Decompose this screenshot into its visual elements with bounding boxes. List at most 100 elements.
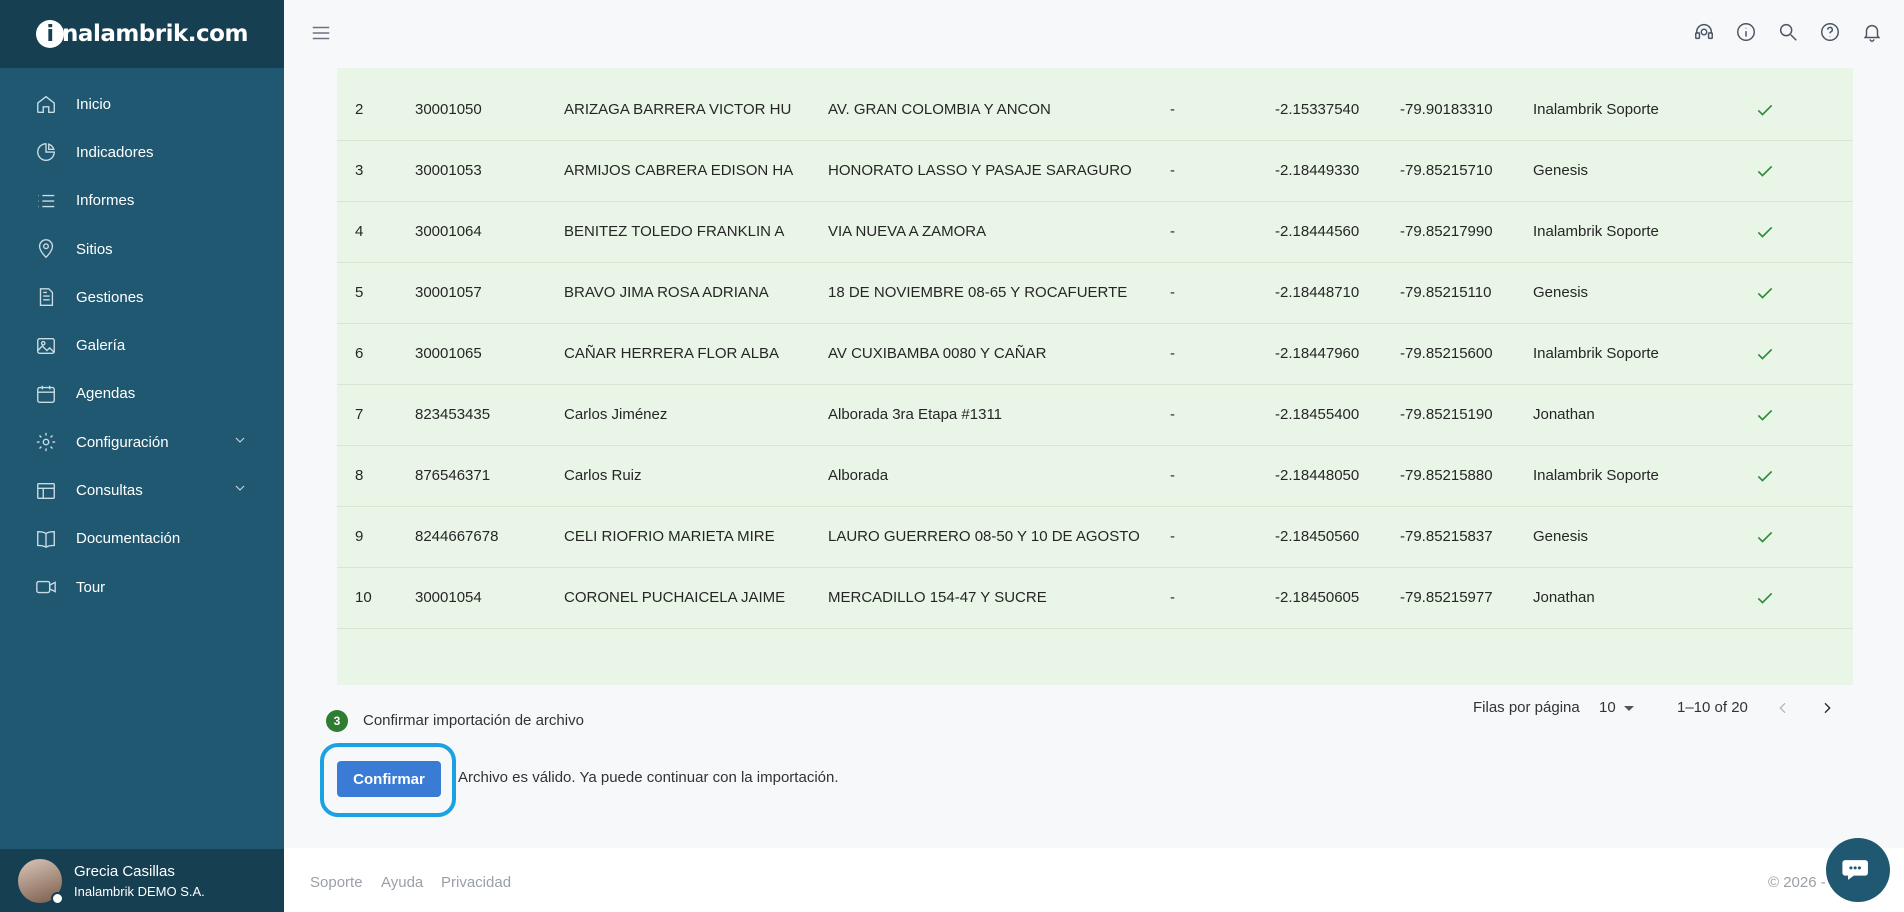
check-icon	[1755, 446, 1775, 506]
table-row[interactable]: 6 30001065 CAÑAR HERRERA FLOR ALBA AV CUXIB…	[337, 324, 1853, 385]
chevron-right-icon	[1824, 702, 1831, 714]
app-logo[interactable]: i nalambrik.com	[36, 20, 248, 48]
cell-longitude: -79.85217990	[1400, 223, 1493, 240]
sidebar-item-label: Documentación	[76, 530, 181, 548]
chevron-down-icon[interactable]	[232, 480, 248, 501]
footer-link-privacidad[interactable]: Privacidad	[441, 874, 511, 891]
table-row[interactable]: 8 876546371 Carlos Ruiz Alborada - -2.1844805…	[337, 446, 1853, 507]
footer-link-soporte[interactable]: Soporte	[310, 874, 363, 891]
table-row[interactable]: 10 30001054 CORONEL PUCHAICELA JAIME MERCAD…	[337, 568, 1853, 629]
gear-icon	[34, 430, 58, 454]
book-icon	[34, 527, 58, 551]
chevron-down-icon[interactable]	[232, 432, 248, 453]
cell-row-number: 6	[355, 345, 364, 362]
cell-longitude: -79.85215977	[1400, 589, 1493, 606]
cell-latitude: -2.18444560	[1275, 223, 1360, 240]
sidebar-item-indicadores[interactable]: Indicadores	[0, 128, 284, 176]
check-icon	[1755, 507, 1775, 567]
hamburger-menu-icon[interactable]	[310, 22, 334, 46]
cell-name: ARMIJOS CABRERA EDISON HA	[564, 162, 794, 179]
sidebar-item-documentacion[interactable]: Documentación	[0, 515, 284, 563]
map-pin-icon	[34, 237, 58, 261]
confirm-button[interactable]: Confirmar	[337, 761, 441, 797]
cell-longitude: -79.90183310	[1400, 101, 1493, 118]
sidebar-item-consultas[interactable]: Consultas	[0, 466, 284, 514]
user-profile[interactable]: Grecia Casillas Inalambrik DEMO S.A.	[0, 849, 284, 912]
sidebar-item-inicio[interactable]: Inicio	[0, 80, 284, 128]
sidebar-item-sitios[interactable]: Sitios	[0, 225, 284, 273]
cell-latitude: -2.18449330	[1275, 162, 1360, 179]
avatar	[18, 858, 64, 905]
sidebar-item-label: Configuración	[76, 433, 169, 451]
cell-address: AV CUXIBAMBA 0080 Y CAÑAR	[828, 345, 1047, 362]
cell-address: AV. GRAN COLOMBIA Y ANCON	[828, 101, 1051, 118]
cell-row-number: 10	[355, 589, 372, 606]
cell-name: Carlos Ruiz	[564, 467, 642, 484]
cell-code: 823453435	[415, 406, 491, 423]
validation-message: Archivo es válido. Ya puede continuar co…	[458, 769, 839, 786]
sidebar-item-label: Tour	[76, 578, 106, 596]
check-icon	[1755, 263, 1775, 323]
cell-code: 30001064	[415, 223, 482, 240]
sidebar-item-label: Agendas	[76, 385, 136, 403]
table-row[interactable]: 9 8244667678 CELI RIOFRIO MARIETA MIRE LAUR…	[337, 507, 1853, 568]
rows-per-page-select[interactable]: 10	[1599, 678, 1634, 738]
next-page-button[interactable]	[1815, 696, 1839, 720]
caret-down-icon	[1623, 705, 1634, 711]
table-row[interactable]: 3 30001053 ARMIJOS CABRERA EDISON HA HONORA…	[337, 141, 1853, 202]
table-row[interactable]: 4 30001064 BENITEZ TOLEDO FRANKLIN A VIA NU…	[337, 202, 1853, 263]
cell-latitude: -2.18447960	[1275, 345, 1360, 362]
sidebar-item-agendas[interactable]: Agendas	[0, 370, 284, 418]
sidebar-item-configuracion[interactable]: Configuración	[0, 418, 284, 466]
cell-address: MERCADILLO 154-47 Y SUCRE	[828, 589, 1047, 606]
cell-latitude: -2.18450560	[1275, 528, 1360, 545]
video-icon	[34, 575, 58, 599]
cell-user: Genesis	[1533, 284, 1589, 301]
chevron-left-icon	[1779, 702, 1786, 714]
sidebar-item-galeria[interactable]: Galería	[0, 321, 284, 369]
pie-chart-icon	[34, 140, 58, 164]
footer-link-ayuda[interactable]: Ayuda	[381, 874, 423, 891]
document-icon	[34, 285, 58, 309]
sidebar-item-label: Galería	[76, 337, 126, 355]
cell-reference: -	[1170, 406, 1175, 423]
check-icon	[1755, 568, 1775, 628]
page-range: 1–10 of 20	[1677, 699, 1748, 716]
image-icon	[34, 334, 58, 358]
table-pagination: Filas por página 10 1–10 of 20	[337, 678, 1853, 738]
cell-name: CELI RIOFRIO MARIETA MIRE	[564, 528, 775, 545]
sidebar-item-label: Informes	[76, 192, 135, 210]
rows-per-page-value: 10	[1599, 699, 1616, 716]
step-number-badge: 3	[326, 710, 348, 732]
cell-longitude: -79.85215190	[1400, 406, 1493, 423]
table-row[interactable]: 7 823453435 Carlos Jiménez Alborada 3ra Eta…	[337, 385, 1853, 446]
help-icon[interactable]	[1818, 20, 1842, 44]
cell-user: Genesis	[1533, 162, 1589, 179]
cell-user: Inalambrik Soporte	[1533, 345, 1659, 362]
cell-longitude: -79.85215880	[1400, 467, 1493, 484]
cell-name: CORONEL PUCHAICELA JAIME	[564, 589, 786, 606]
user-company: Inalambrik DEMO S.A.	[74, 883, 205, 899]
sidebar-item-informes[interactable]: Informes	[0, 177, 284, 225]
cell-user: Jonathan	[1533, 589, 1595, 606]
bell-icon[interactable]	[1860, 20, 1884, 44]
user-name: Grecia Casillas	[74, 862, 175, 880]
sidebar-item-gestiones[interactable]: Gestiones	[0, 273, 284, 321]
cell-longitude: -79.85215600	[1400, 345, 1493, 362]
cell-reference: -	[1170, 528, 1175, 545]
chat-button[interactable]	[1826, 838, 1890, 902]
cell-code: 8244667678	[415, 528, 499, 545]
prev-page-button[interactable]	[1771, 696, 1795, 720]
table-row[interactable]: 5 30001057 BRAVO JIMA ROSA ADRIANA 18 DE NO…	[337, 263, 1853, 324]
table-row[interactable]: 2 30001050 ARIZAGA BARRERA VICTOR HU AV. GR…	[337, 80, 1853, 141]
cell-longitude: -79.85215110	[1400, 284, 1492, 301]
cell-longitude: -79.85215710	[1400, 162, 1493, 179]
search-icon[interactable]	[1776, 20, 1800, 44]
cell-row-number: 2	[355, 101, 364, 118]
support-icon[interactable]	[1692, 20, 1716, 44]
online-status-dot	[51, 891, 64, 905]
sidebar-item-label: Sitios	[76, 240, 113, 258]
info-icon[interactable]	[1734, 20, 1758, 44]
sidebar-item-tour[interactable]: Tour	[0, 563, 284, 611]
sidebar-nav: Inicio Indicadores Informes Sitios Gestiones…	[0, 68, 284, 611]
